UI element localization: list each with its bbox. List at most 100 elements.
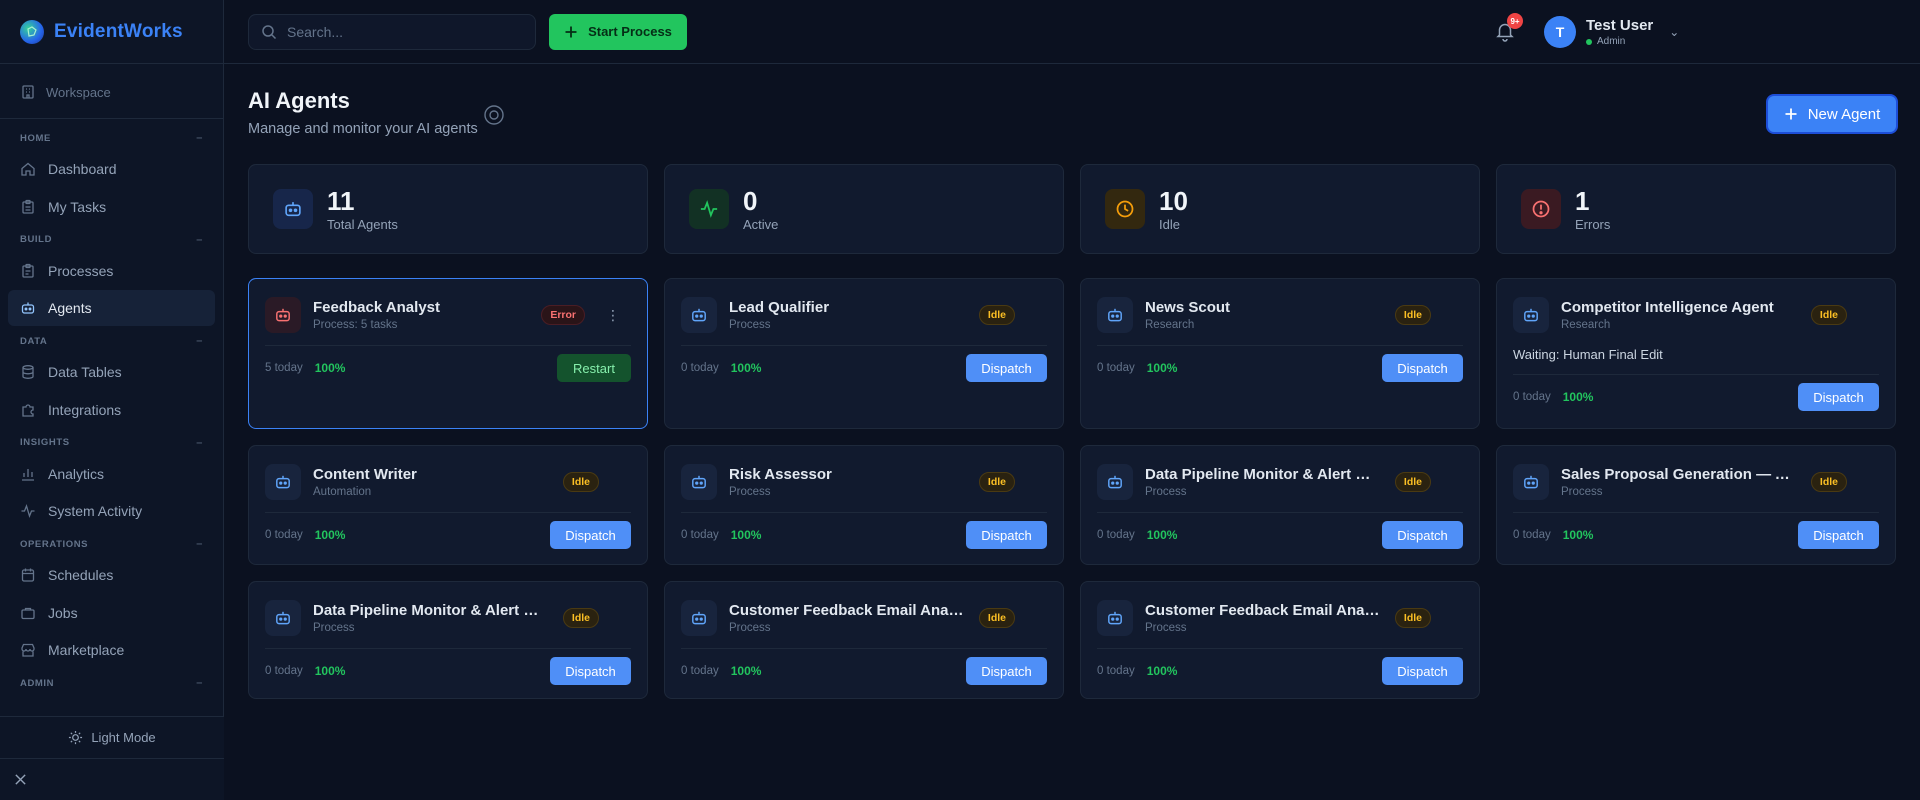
stat-errors: 1 Errors (1496, 164, 1896, 254)
dispatch-button[interactable]: Dispatch (1382, 657, 1463, 685)
plus-icon (1785, 108, 1797, 120)
more-vertical-icon[interactable]: ⋮ (603, 307, 623, 324)
search-input[interactable] (287, 23, 507, 40)
agent-name: Customer Feedback Email Analysi... (729, 602, 967, 619)
sidebar-item-analytics[interactable]: Analytics (8, 456, 215, 492)
calendar-icon (21, 568, 35, 582)
agent-icon-box (1097, 600, 1133, 636)
sidebar-item-dashboard[interactable]: Dashboard (8, 151, 215, 187)
sidebar: EvidentWorks Workspace HOME – Dashboard M… (0, 0, 224, 800)
success-rate: 100% (1562, 390, 1594, 404)
agent-name: Data Pipeline Monitor & Alert — AI ... (313, 602, 551, 619)
close-icon (15, 774, 26, 785)
agent-name: Customer Feedback Email Analysi... (1145, 602, 1383, 619)
agent-card[interactable]: Feedback Analyst Process: 5 tasks Error ⋮… (248, 278, 648, 429)
clipboard-list-icon (22, 263, 34, 278)
status-badge: Idle (1394, 608, 1431, 628)
help-icon[interactable] (483, 104, 505, 126)
stat-icon-box (689, 189, 729, 229)
sun-icon (69, 730, 83, 745)
agent-card[interactable]: Competitor Intelligence Agent Research Id… (1496, 278, 1896, 429)
minus-icon: – (196, 335, 203, 347)
bot-icon (692, 611, 706, 625)
sidebar-item-my-tasks[interactable]: My Tasks (8, 189, 215, 225)
sidebar-nav: Workspace HOME – Dashboard My Tasks BUILD… (0, 64, 223, 696)
section-build[interactable]: BUILD – (8, 227, 215, 253)
agent-card[interactable]: Customer Feedback Email Analysi... Proces… (664, 581, 1064, 699)
light-mode-label: Light Mode (91, 730, 156, 745)
search-box[interactable] (248, 13, 536, 50)
section-insights[interactable]: INSIGHTS – (8, 430, 215, 456)
brand[interactable]: EvidentWorks (0, 0, 223, 64)
restart-button[interactable]: Restart (557, 354, 631, 382)
chart-icon (22, 468, 34, 481)
collapse-sidebar-button[interactable] (0, 758, 224, 800)
agent-card[interactable]: News Scout Research Idle 0 today 100% Dis… (1080, 278, 1480, 429)
agent-card[interactable]: Data Pipeline Monitor & Alert — AI ... Pr… (1080, 445, 1480, 565)
dispatch-button[interactable]: Dispatch (550, 521, 631, 549)
agent-card[interactable]: Data Pipeline Monitor & Alert — AI ... Pr… (248, 581, 648, 699)
dispatch-button[interactable]: Dispatch (966, 354, 1047, 382)
workspace-label: Workspace (46, 84, 111, 100)
agent-card[interactable]: Content Writer Automation Idle 0 today 10… (248, 445, 648, 565)
sidebar-item-jobs[interactable]: Jobs (8, 595, 215, 631)
agent-icon-box (265, 600, 301, 636)
sidebar-item-system-activity[interactable]: System Activity (8, 493, 215, 529)
start-process-button[interactable]: Start Process (549, 13, 687, 50)
new-agent-button[interactable]: New Agent (1768, 96, 1896, 132)
user-menu[interactable]: T Test User Admin ⌄ (1544, 16, 1679, 48)
section-admin[interactable]: ADMIN – (8, 670, 215, 696)
runs-today: 0 today (1513, 529, 1551, 541)
bot-icon (1108, 611, 1122, 625)
bot-icon (1524, 475, 1538, 489)
section-data[interactable]: DATA – (8, 328, 215, 354)
page-title: AI Agents (248, 88, 350, 113)
sidebar-item-data-tables[interactable]: Data Tables (8, 354, 215, 390)
agent-card[interactable]: Lead Qualifier Process Idle 0 today 100% … (664, 278, 1064, 429)
runs-today: 0 today (1097, 665, 1135, 677)
sidebar-item-label: System Activity (48, 503, 143, 519)
user-name: Test User (1586, 17, 1654, 34)
runs-today: 0 today (681, 665, 719, 677)
bot-icon (285, 202, 301, 217)
agent-name: Sales Proposal Generation — AI Pr... (1561, 466, 1799, 483)
light-mode-toggle[interactable]: Light Mode (0, 716, 224, 758)
dispatch-button[interactable]: Dispatch (966, 521, 1047, 549)
dispatch-button[interactable]: Dispatch (1382, 521, 1463, 549)
sidebar-item-processes[interactable]: Processes (8, 253, 215, 289)
waiting-status: Waiting: Human Final Edit (1513, 347, 1879, 375)
stat-value: 1 (1575, 185, 1590, 216)
section-home[interactable]: HOME – (8, 125, 215, 151)
sidebar-item-agents[interactable]: Agents (8, 290, 215, 326)
building-icon (22, 85, 34, 99)
agent-card[interactable]: Customer Feedback Email Analysi... Proces… (1080, 581, 1480, 699)
runs-today: 0 today (265, 529, 303, 541)
dispatch-button[interactable]: Dispatch (966, 657, 1047, 685)
dispatch-button[interactable]: Dispatch (550, 657, 631, 685)
dispatch-button[interactable]: Dispatch (1798, 383, 1879, 411)
agent-category: Process (313, 622, 355, 634)
dispatch-button[interactable]: Dispatch (1798, 521, 1879, 549)
sidebar-item-marketplace[interactable]: Marketplace (8, 632, 215, 668)
agent-category: Process (1561, 486, 1603, 498)
sidebar-item-label: Marketplace (48, 642, 125, 658)
divider (1097, 512, 1463, 513)
dispatch-button[interactable]: Dispatch (1382, 354, 1463, 382)
stat-idle: 10 Idle (1080, 164, 1480, 254)
section-operations[interactable]: OPERATIONS – (8, 531, 215, 557)
status-badge: Idle (1810, 305, 1847, 325)
sidebar-item-schedules[interactable]: Schedules (8, 557, 215, 593)
agent-icon-box (681, 464, 717, 500)
runs-today: 0 today (1097, 362, 1135, 374)
agent-icon-box (265, 464, 301, 500)
agent-card[interactable]: Sales Proposal Generation — AI Pr... Proc… (1496, 445, 1896, 565)
agent-icon-box (1513, 297, 1549, 333)
sidebar-item-integrations[interactable]: Integrations (8, 392, 215, 428)
stat-icon-box (273, 189, 313, 229)
workspace-switcher[interactable]: Workspace (8, 76, 215, 108)
success-rate: 100% (314, 528, 346, 542)
status-badge: Idle (978, 305, 1015, 325)
agent-card[interactable]: Risk Assessor Process Idle 0 today 100% D… (664, 445, 1064, 565)
success-rate: 100% (1562, 528, 1594, 542)
section-label: ADMIN (20, 677, 55, 689)
